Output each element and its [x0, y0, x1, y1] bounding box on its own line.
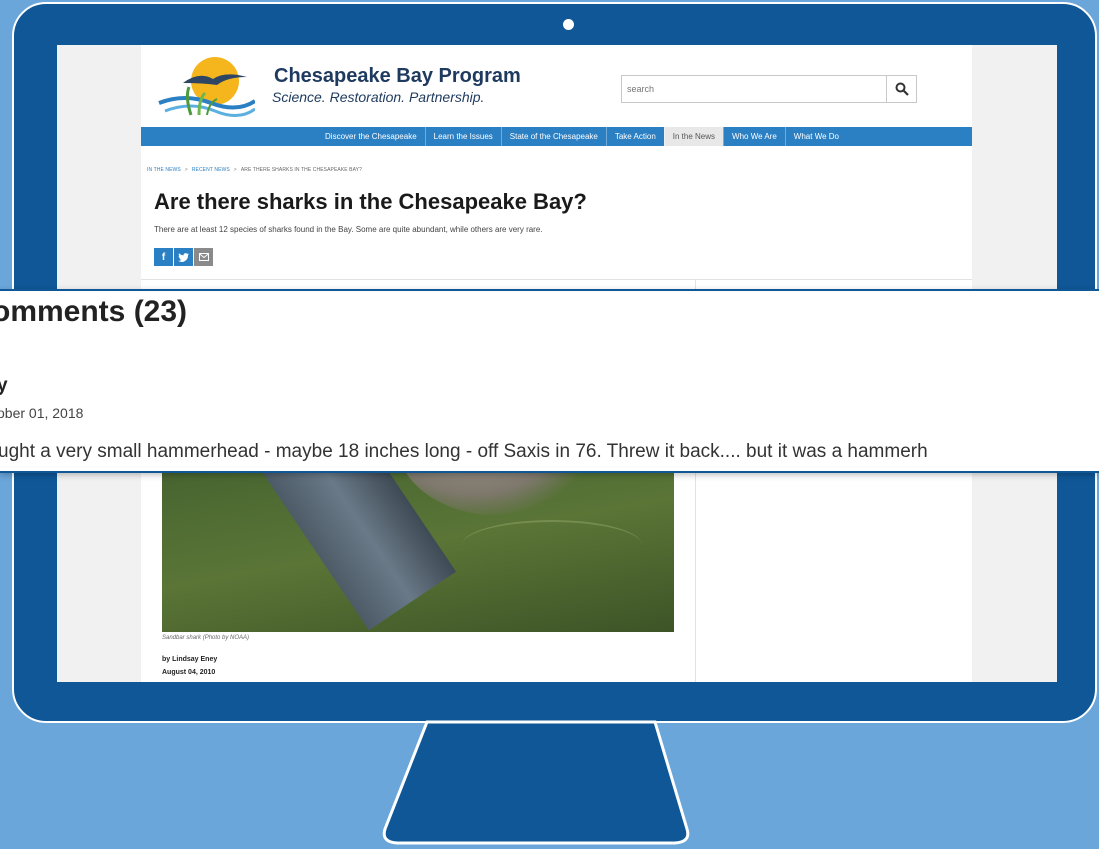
magnifier-icon — [895, 82, 909, 96]
nav-what-we-do[interactable]: What We Do — [784, 127, 847, 146]
breadcrumb-recent-news[interactable]: RECENT NEWS — [192, 167, 230, 173]
photo-caption: Sandbar shark (Photo by NOAA) — [162, 635, 250, 641]
envelope-icon — [198, 253, 209, 261]
email-share-button[interactable] — [194, 248, 213, 266]
nav-discover[interactable]: Discover the Chesapeake — [317, 127, 425, 146]
facebook-icon: f — [161, 251, 166, 263]
nav-in-the-news[interactable]: In the News — [663, 127, 724, 146]
comment-author: y — [0, 375, 8, 397]
search-button[interactable] — [886, 76, 916, 102]
comment-date: ober 01, 2018 — [0, 405, 84, 421]
photo-water-ripple — [462, 520, 642, 570]
webcam-dot — [563, 19, 574, 30]
comment-body: ught a very small hammerhead - maybe 18 … — [0, 441, 928, 462]
breadcrumb-current: ARE THERE SHARKS IN THE CHESAPEAKE BAY? — [240, 167, 362, 173]
nav-state[interactable]: State of the Chesapeake — [500, 127, 606, 146]
breadcrumb-separator: > — [233, 167, 237, 173]
nav-learn-issues[interactable]: Learn the Issues — [424, 127, 501, 146]
search-box — [621, 75, 917, 103]
publish-date: August 04, 2010 — [162, 669, 216, 676]
site-tagline: Science. Restoration. Partnership. — [272, 89, 485, 105]
nav-who-we-are[interactable]: Who We Are — [723, 127, 785, 146]
comments-heading: omments (23) — [0, 295, 188, 328]
twitter-icon — [178, 252, 189, 262]
monitor-stand — [369, 720, 701, 849]
logo-bird-sun-icon — [158, 57, 255, 117]
comments-zoom-callout: omments (23) y ober 01, 2018 ught a very… — [0, 289, 1099, 473]
site-name[interactable]: Chesapeake Bay Program — [274, 65, 521, 88]
divider — [141, 279, 972, 280]
search-input[interactable] — [622, 76, 886, 102]
main-nav: Discover the Chesapeake Learn the Issues… — [141, 127, 972, 146]
twitter-share-button[interactable] — [174, 248, 193, 266]
nav-take-action[interactable]: Take Action — [605, 127, 664, 146]
share-buttons: f — [154, 248, 213, 266]
page-subtitle: There are at least 12 species of sharks … — [154, 225, 543, 234]
author-byline: by Lindsay Eney — [162, 656, 218, 663]
breadcrumb: IN THE NEWS > RECENT NEWS > ARE THERE SHARKS… — [147, 167, 362, 173]
breadcrumb-in-the-news[interactable]: IN THE NEWS — [147, 167, 181, 173]
page-title: Are there sharks in the Chesapeake Bay? — [154, 189, 587, 214]
facebook-share-button[interactable]: f — [154, 248, 173, 266]
breadcrumb-separator: > — [184, 167, 188, 173]
